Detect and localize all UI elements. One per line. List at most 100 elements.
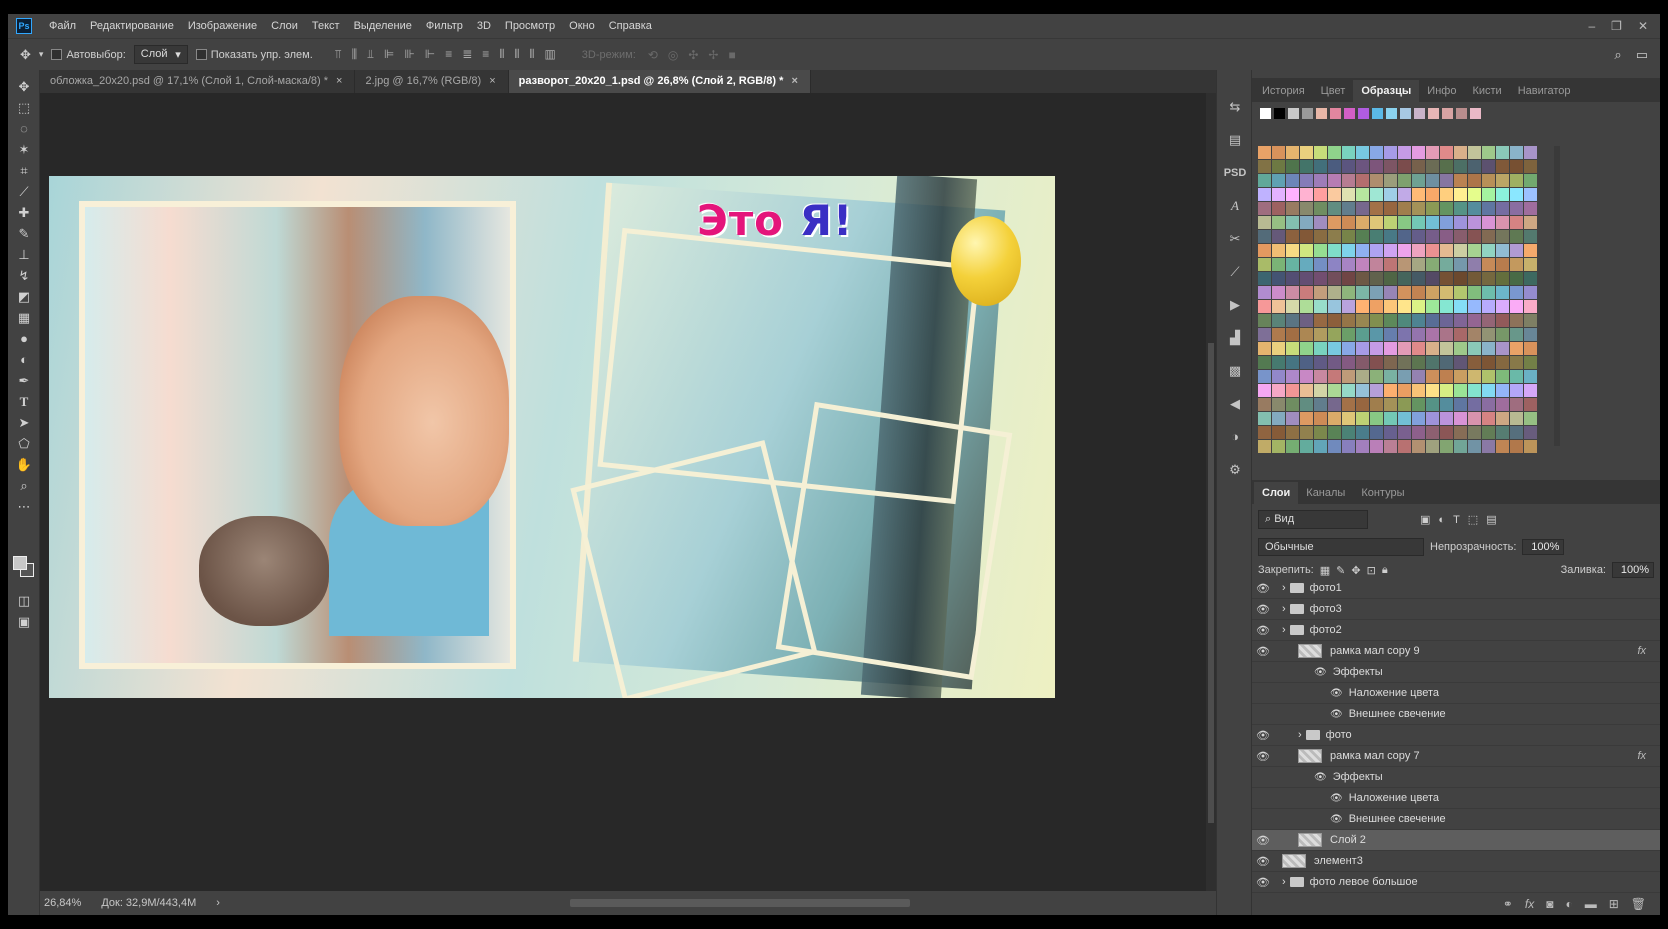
canvas-area[interactable]: Это Я! — [40, 93, 1206, 891]
actions-play-icon[interactable]: ▶ — [1217, 288, 1253, 321]
swatch[interactable] — [1398, 426, 1411, 439]
swatch[interactable] — [1384, 286, 1397, 299]
swatch[interactable] — [1300, 216, 1313, 229]
swatch[interactable] — [1482, 216, 1495, 229]
swatch[interactable] — [1314, 440, 1327, 453]
swatch[interactable] — [1440, 174, 1453, 187]
swatch[interactable] — [1342, 188, 1355, 201]
visibility-eye-icon[interactable]: 👁︎ — [1252, 834, 1274, 847]
swatch[interactable] — [1482, 412, 1495, 425]
distribute-right-icon[interactable]: ⫴ — [529, 47, 534, 62]
tab-document-3[interactable]: разворот_20x20_1.psd @ 26,8% (Слой 2, RG… — [508, 70, 811, 93]
menu-filter[interactable]: Фильтр — [419, 20, 470, 32]
swatch[interactable] — [1510, 202, 1523, 215]
swatch[interactable] — [1258, 356, 1271, 369]
swatch[interactable] — [1454, 356, 1467, 369]
swatch[interactable] — [1398, 300, 1411, 313]
swatch[interactable] — [1496, 188, 1509, 201]
swatch[interactable] — [1426, 356, 1439, 369]
swatch[interactable] — [1272, 272, 1285, 285]
chevron-right-icon[interactable]: › — [1282, 876, 1286, 888]
menu-image[interactable]: Изображение — [181, 20, 264, 32]
swatch[interactable] — [1426, 440, 1439, 453]
visibility-eye-icon[interactable]: 👁︎ — [1252, 855, 1274, 868]
swatch[interactable] — [1524, 160, 1537, 173]
swatch[interactable] — [1286, 216, 1299, 229]
tab-color[interactable]: Цвет — [1313, 80, 1354, 102]
swatch[interactable] — [1482, 286, 1495, 299]
swatch[interactable] — [1440, 160, 1453, 173]
swatch[interactable] — [1370, 230, 1383, 243]
swatch[interactable] — [1496, 370, 1509, 383]
layer-row[interactable]: 👁︎ › фото — [1252, 725, 1660, 746]
swatch[interactable] — [1356, 272, 1369, 285]
swatch[interactable] — [1510, 314, 1523, 327]
swatch[interactable] — [1454, 188, 1467, 201]
swatch[interactable] — [1258, 216, 1271, 229]
swatch[interactable] — [1426, 216, 1439, 229]
add-mask-icon[interactable]: ◙ — [1546, 897, 1553, 911]
image-panel-icon[interactable]: ▩ — [1217, 354, 1253, 387]
swatch[interactable] — [1342, 174, 1355, 187]
autoselect-dropdown[interactable]: Слой ▾ — [133, 45, 188, 64]
swatch[interactable] — [1286, 412, 1299, 425]
swatch[interactable] — [1370, 286, 1383, 299]
distribute-hcenter-icon[interactable]: ⫴ — [514, 47, 519, 62]
swatch[interactable] — [1300, 328, 1313, 341]
swatch[interactable] — [1412, 426, 1425, 439]
swatch[interactable] — [1482, 202, 1495, 215]
swatch[interactable] — [1496, 384, 1509, 397]
swatch[interactable] — [1258, 202, 1271, 215]
swatch[interactable] — [1468, 440, 1481, 453]
canvas-horizontal-scrollbar[interactable] — [570, 899, 910, 907]
swatch[interactable] — [1482, 300, 1495, 313]
swatch[interactable] — [1328, 188, 1341, 201]
swatch[interactable] — [1328, 286, 1341, 299]
swatch[interactable] — [1440, 384, 1453, 397]
swatch[interactable] — [1272, 216, 1285, 229]
swatch[interactable] — [1440, 230, 1453, 243]
swatch[interactable] — [1342, 356, 1355, 369]
swatch[interactable] — [1412, 356, 1425, 369]
history-panel-icon[interactable]: ⇆ — [1217, 90, 1253, 123]
brush-presets-icon[interactable]: ⟋ — [1217, 255, 1253, 288]
swatch[interactable] — [1272, 258, 1285, 271]
swatch[interactable] — [1258, 146, 1271, 159]
swatch[interactable] — [1386, 108, 1397, 119]
adjustments-icon[interactable]: ◑ — [1217, 420, 1253, 453]
swatch[interactable] — [1454, 160, 1467, 173]
swatch[interactable] — [1440, 188, 1453, 201]
swatch[interactable] — [1524, 146, 1537, 159]
swatch[interactable] — [1510, 230, 1523, 243]
swatch[interactable] — [1468, 146, 1481, 159]
swatch[interactable] — [1300, 300, 1313, 313]
swatch[interactable] — [1482, 160, 1495, 173]
orbit-3d-icon[interactable]: ⟲ — [648, 48, 658, 62]
swatch[interactable] — [1398, 244, 1411, 257]
layer-row[interactable]: 👁︎ › фото3 — [1252, 599, 1660, 620]
swatch[interactable] — [1398, 272, 1411, 285]
distribute-left-icon[interactable]: ⫴ — [499, 47, 504, 62]
swatch[interactable] — [1370, 160, 1383, 173]
swatch[interactable] — [1454, 328, 1467, 341]
swatch[interactable] — [1398, 328, 1411, 341]
swatch[interactable] — [1328, 342, 1341, 355]
swatch[interactable] — [1384, 300, 1397, 313]
swatch[interactable] — [1272, 426, 1285, 439]
swatch[interactable] — [1496, 216, 1509, 229]
swatch[interactable] — [1328, 398, 1341, 411]
swatch[interactable] — [1470, 108, 1481, 119]
swatch[interactable] — [1524, 342, 1537, 355]
swatch[interactable] — [1496, 328, 1509, 341]
swatch[interactable] — [1510, 440, 1523, 453]
screen-mode-icon[interactable]: ▣ — [8, 611, 40, 632]
swatch[interactable] — [1272, 440, 1285, 453]
swatch[interactable] — [1468, 244, 1481, 257]
zoom-level[interactable]: 26,84% — [44, 897, 81, 909]
swatch[interactable] — [1342, 426, 1355, 439]
swatch[interactable] — [1370, 342, 1383, 355]
tab-navigator[interactable]: Навигатор — [1510, 80, 1579, 102]
swatch[interactable] — [1524, 258, 1537, 271]
chevron-right-icon[interactable]: › — [1298, 729, 1302, 741]
swatch[interactable] — [1482, 272, 1495, 285]
